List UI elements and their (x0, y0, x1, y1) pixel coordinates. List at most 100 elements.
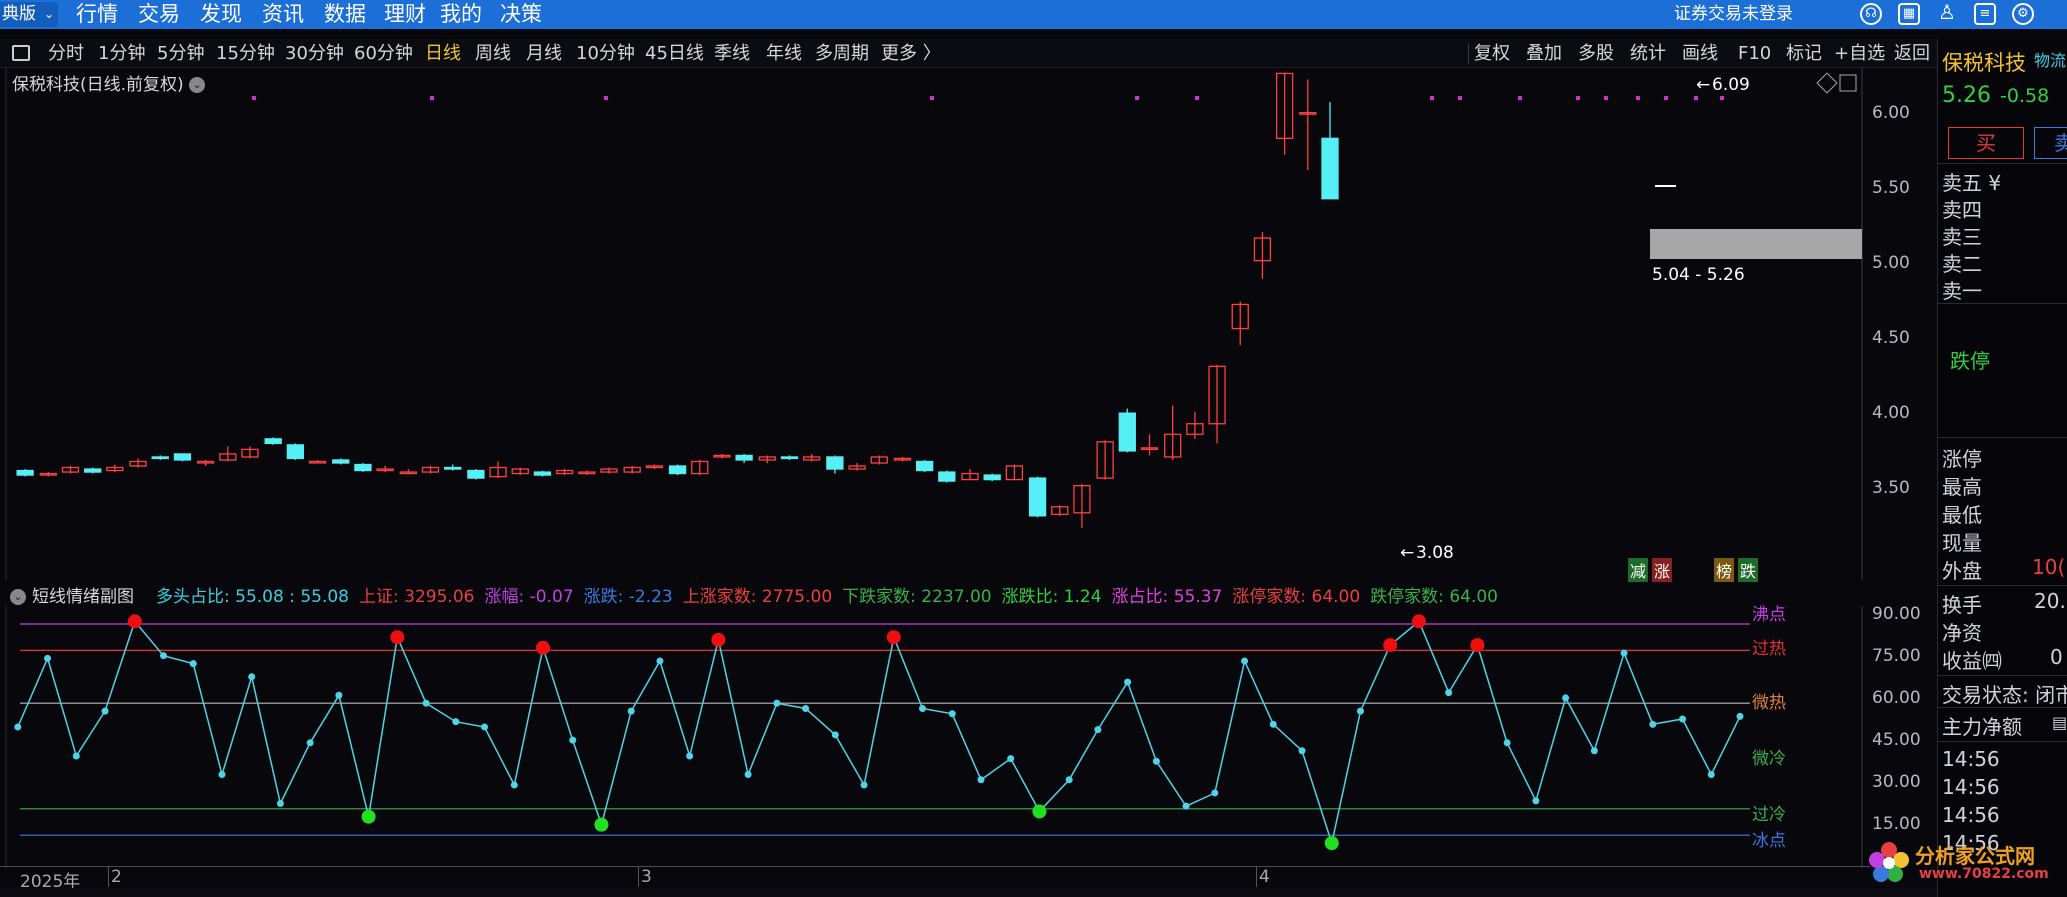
sentiment-point (1562, 694, 1570, 702)
sentiment-point (1411, 614, 1426, 629)
y-tick: 5.50 (1872, 178, 1910, 198)
chevron-down-icon[interactable]: ⌄ (10, 589, 26, 605)
sentiment-point (1620, 649, 1628, 657)
tool-add-watchlist[interactable]: +自选 (1834, 39, 1885, 68)
sector-tag[interactable]: 物流 (2034, 47, 2066, 71)
trade-status: 交易状态: 闭市 (1942, 683, 2067, 707)
shirt-icon[interactable]: ♙ (1936, 2, 1958, 25)
tag-reduce[interactable]: 减 (1628, 558, 1649, 582)
signal-dot (1664, 96, 1668, 100)
tool-mark[interactable]: 标记 (1786, 39, 1822, 68)
stat-high: 最高 (1942, 475, 1982, 499)
chevron-down-icon[interactable]: ⌄ (189, 77, 206, 93)
signal-dot (1195, 96, 1199, 100)
nav-discover[interactable]: 发现 (200, 0, 242, 29)
watermark-title: 分析家公式网 (1915, 844, 2035, 868)
sentiment-point (1383, 638, 1398, 653)
sentiment-point (1124, 678, 1132, 686)
sub-y-tick: 75.00 (1872, 646, 1921, 666)
period-yearly[interactable]: 年线 (766, 39, 802, 68)
y-tick: 5.00 (1872, 253, 1910, 273)
period-5min[interactable]: 5分钟 (157, 39, 204, 68)
sentiment-line (17, 619, 1741, 846)
list-icon[interactable]: ▤ (2052, 713, 2067, 732)
candle-body (173, 453, 192, 461)
document-icon[interactable]: ≡ (1974, 3, 1996, 25)
signal-dot (1604, 96, 1608, 100)
level-label-overcool: 过冷 (1752, 805, 1786, 825)
period-30min[interactable]: 30分钟 (285, 39, 344, 68)
sentiment-point (159, 652, 167, 660)
diamond-icon[interactable] (1816, 72, 1838, 94)
grid-icon[interactable]: ▦ (1898, 3, 1920, 25)
level-label-warm: 微热 (1752, 693, 1786, 713)
indicator-field: 涨幅: -0.07 (484, 587, 574, 607)
tag-rank[interactable]: 榜 (1714, 558, 1735, 582)
stat-outer: 外盘 (1942, 559, 1982, 583)
candlestick-chart[interactable]: ← 6.09 ← 3.08 5.04 - 5.26 保税科技(日线.前复权) ⌄… (0, 68, 1940, 582)
login-status[interactable]: 证券交易未登录 (1674, 0, 1793, 29)
period-weekly[interactable]: 周线 (475, 39, 511, 68)
period-daily[interactable]: 日线 (425, 39, 461, 68)
nav-news[interactable]: 资讯 (262, 0, 304, 29)
signal-dot (1694, 96, 1698, 100)
sidebar-toggle-icon[interactable] (12, 45, 30, 61)
tool-back[interactable]: 返回 (1894, 39, 1930, 68)
period-more[interactable]: 更多 〉 (881, 39, 941, 68)
nav-decision[interactable]: 决策 (500, 0, 542, 29)
period-monthly[interactable]: 月线 (526, 39, 562, 68)
signal-dot (1430, 96, 1434, 100)
candle-body (780, 456, 799, 460)
period-1min[interactable]: 1分钟 (98, 39, 145, 68)
tag-fall[interactable]: 跌 (1738, 558, 1759, 582)
stat-low: 最低 (1942, 503, 1982, 527)
buy-button[interactable]: 买 (1948, 127, 2024, 159)
sub-y-tick: 60.00 (1872, 688, 1921, 708)
period-multi[interactable]: 多周期 (815, 39, 869, 68)
nav-mine[interactable]: 我的 (440, 0, 482, 29)
sell-button[interactable]: 卖 (2034, 127, 2067, 159)
sentiment-point (218, 770, 226, 778)
sentiment-point (510, 781, 518, 789)
sentiment-point (1445, 689, 1453, 697)
candle-body (444, 466, 462, 470)
sentiment-point (72, 752, 80, 760)
tool-multi-stock[interactable]: 多股 (1578, 39, 1614, 68)
sentiment-point (1736, 712, 1744, 720)
period-10min[interactable]: 10分钟 (576, 39, 635, 68)
edition-label: 典版 (2, 4, 36, 24)
top-menu-bar: 典版 ⌄ 行情 交易 发现 资讯 数据 理财 我的 决策 证券交易未登录 ☊ ▦ … (0, 0, 2067, 29)
candle-body (84, 468, 102, 473)
nav-finance[interactable]: 理财 (384, 0, 426, 29)
tag-rise[interactable]: 涨 (1652, 558, 1673, 582)
tool-adjust[interactable]: 复权 (1474, 39, 1510, 68)
period-45day[interactable]: 45日线 (645, 39, 704, 68)
sentiment-point (948, 710, 956, 718)
tool-overlay[interactable]: 叠加 (1526, 39, 1562, 68)
panel-toggle-icon[interactable] (1839, 74, 1857, 92)
sentiment-point (977, 776, 985, 784)
tool-draw[interactable]: 画线 (1682, 39, 1718, 68)
tool-f10[interactable]: F10 (1738, 39, 1771, 68)
period-quarterly[interactable]: 季线 (714, 39, 750, 68)
period-intraday[interactable]: 分时 (48, 39, 84, 68)
tool-stats[interactable]: 统计 (1630, 39, 1666, 68)
sentiment-point (1065, 776, 1073, 784)
period-15min[interactable]: 15分钟 (216, 39, 275, 68)
headset-icon[interactable]: ☊ (1860, 3, 1882, 25)
indicator-field: 上证: 3295.06 (359, 587, 475, 607)
sentiment-indicator-chart[interactable]: 90.00 75.00 60.00 45.00 30.00 15.00 沸点 过… (0, 604, 1940, 868)
nav-quotes[interactable]: 行情 (76, 0, 118, 29)
low-price-label: 3.08 (1416, 543, 1454, 563)
level-label-freeze: 冰点 (1752, 831, 1786, 851)
period-60min[interactable]: 60分钟 (354, 39, 413, 68)
nav-trade[interactable]: 交易 (138, 0, 180, 29)
period-toolbar: 分时 1分钟 5分钟 15分钟 30分钟 60分钟 日线 周线 月线 10分钟 … (0, 39, 1940, 68)
settings-icon[interactable]: ⚙ (2012, 3, 2034, 25)
capital-flow-label[interactable]: 主力净额 (1942, 711, 2022, 740)
sub-y-tick: 15.00 (1872, 814, 1921, 834)
nav-data[interactable]: 数据 (324, 0, 366, 29)
edition-dropdown[interactable]: 典版 ⌄ (0, 2, 58, 27)
sentiment-point (1356, 707, 1364, 715)
sentiment-point (1590, 747, 1598, 755)
